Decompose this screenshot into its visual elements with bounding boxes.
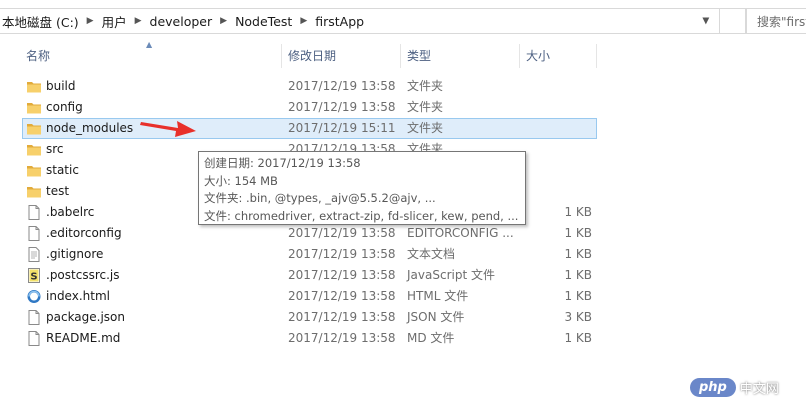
tooltip-folders: 文件夹: .bin, @types, _ajv@5.5.2@ajv, ... [204, 191, 436, 205]
watermark-text: 中文网 [739, 381, 779, 397]
folder-info-tooltip: 创建日期: 2017/12/19 13:58 大小: 154 MB 文件夹: .… [198, 151, 526, 225]
tooltip-files: 文件: chromedriver, extract-zip, fd-slicer… [204, 208, 519, 223]
tooltip-size: 大小: 154 MB [204, 173, 278, 188]
tooltip-created: 创建日期: 2017/12/19 13:58 [204, 156, 361, 170]
watermark-logo: php [690, 377, 736, 397]
arrow-icon [140, 121, 196, 137]
php-watermark: php 中文网 [690, 374, 802, 400]
